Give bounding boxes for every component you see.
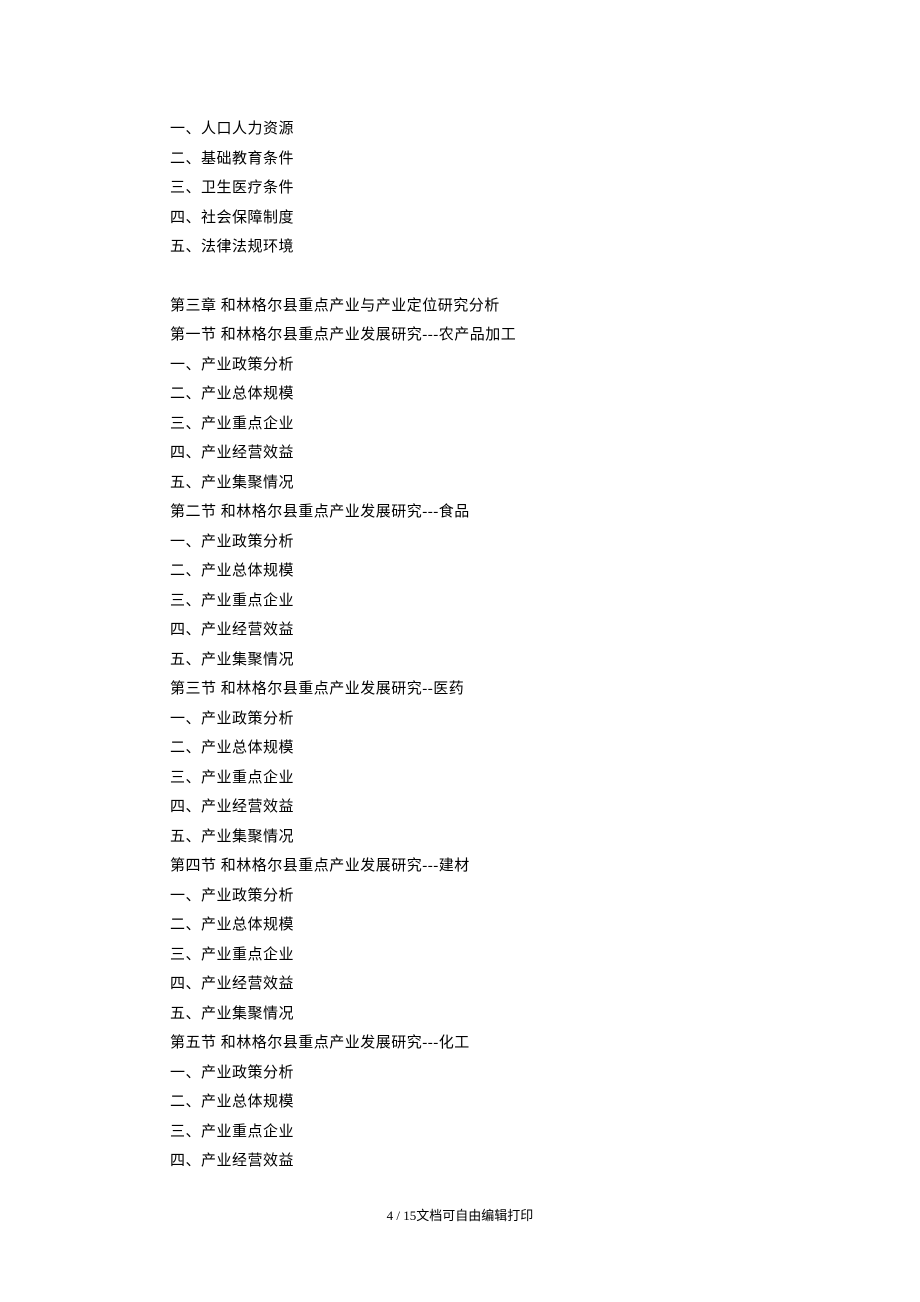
toc-line: 二、产业总体规模 (170, 734, 750, 764)
toc-section-heading: 第二节 和林格尔县重点产业发展研究---食品 (170, 498, 750, 528)
toc-line: 五、产业集聚情况 (170, 1000, 750, 1030)
page-separator: / (393, 1208, 403, 1223)
toc-line: 一、产业政策分析 (170, 1059, 750, 1089)
toc-line: 二、基础教育条件 (170, 145, 750, 175)
toc-line: 二、产业总体规模 (170, 557, 750, 587)
toc-line: 五、产业集聚情况 (170, 823, 750, 853)
toc-line: 三、产业重点企业 (170, 587, 750, 617)
toc-line: 三、产业重点企业 (170, 764, 750, 794)
toc-line: 一、产业政策分析 (170, 705, 750, 735)
toc-line: 三、卫生医疗条件 (170, 174, 750, 204)
toc-line: 一、产业政策分析 (170, 528, 750, 558)
toc-line: 四、产业经营效益 (170, 616, 750, 646)
toc-line: 三、产业重点企业 (170, 410, 750, 440)
toc-section-heading: 第三节 和林格尔县重点产业发展研究--医药 (170, 675, 750, 705)
page-footer: 4 / 15文档可自由编辑打印 (0, 1205, 920, 1224)
toc-line: 一、产业政策分析 (170, 882, 750, 912)
toc-section-heading: 第五节 和林格尔县重点产业发展研究---化工 (170, 1029, 750, 1059)
toc-section-heading: 第一节 和林格尔县重点产业发展研究---农产品加工 (170, 321, 750, 351)
page-number-total: 15 (403, 1208, 416, 1223)
toc-line: 一、人口人力资源 (170, 115, 750, 145)
toc-line: 四、产业经营效益 (170, 970, 750, 1000)
toc-line: 五、产业集聚情况 (170, 469, 750, 499)
toc-line: 二、产业总体规模 (170, 380, 750, 410)
toc-line: 四、产业经营效益 (170, 439, 750, 469)
toc-line: 三、产业重点企业 (170, 1118, 750, 1148)
toc-line: 四、产业经营效益 (170, 793, 750, 823)
toc-section-heading: 第四节 和林格尔县重点产业发展研究---建材 (170, 852, 750, 882)
toc-line: 四、社会保障制度 (170, 204, 750, 234)
toc-line: 二、产业总体规模 (170, 1088, 750, 1118)
toc-line: 五、产业集聚情况 (170, 646, 750, 676)
toc-line: 二、产业总体规模 (170, 911, 750, 941)
toc-line: 一、产业政策分析 (170, 351, 750, 381)
footer-note: 文档可自由编辑打印 (416, 1208, 533, 1223)
toc-chapter-heading: 第三章 和林格尔县重点产业与产业定位研究分析 (170, 292, 750, 322)
toc-line: 五、法律法规环境 (170, 233, 750, 263)
toc-line: 四、产业经营效益 (170, 1147, 750, 1177)
toc-line: 三、产业重点企业 (170, 941, 750, 971)
blank-line (170, 263, 750, 292)
document-body: 一、人口人力资源 二、基础教育条件 三、卫生医疗条件 四、社会保障制度 五、法律… (0, 0, 920, 1177)
